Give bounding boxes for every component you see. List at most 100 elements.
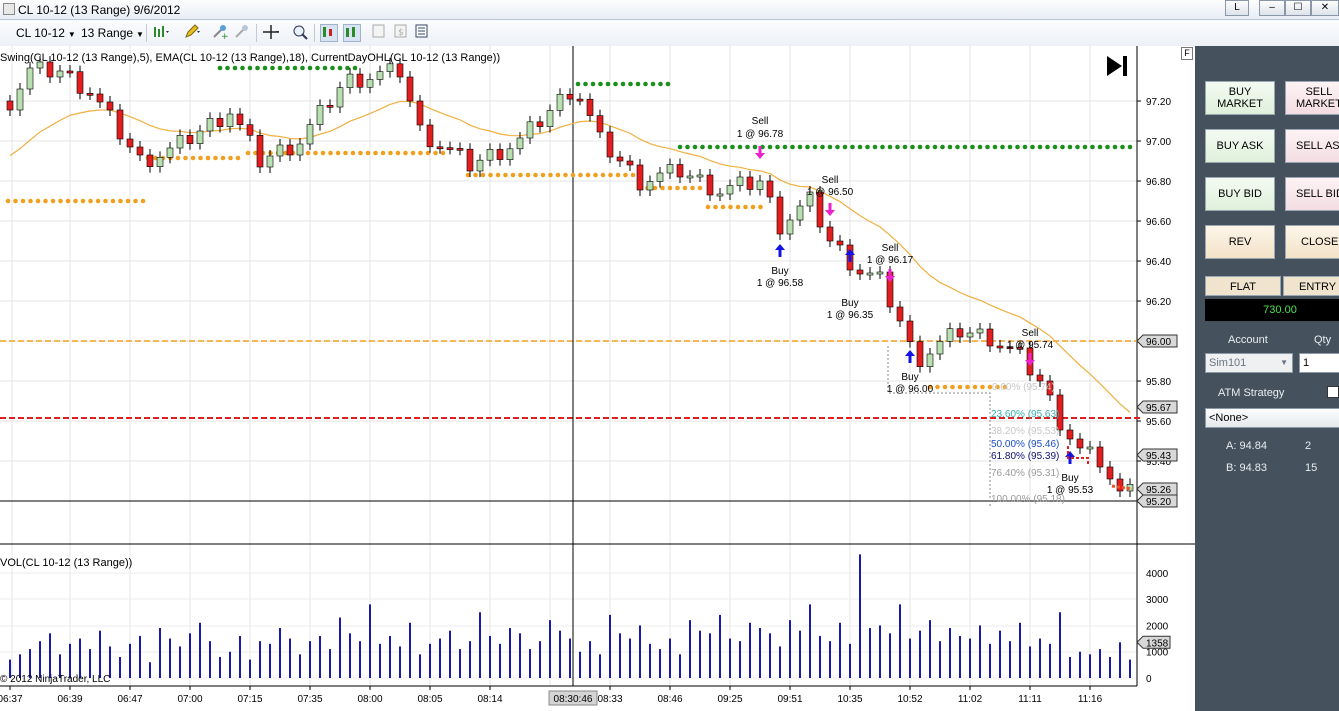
pencil-icon[interactable] [183,24,201,42]
candle-body [206,118,214,132]
trade-label: Buy [841,298,858,309]
swing-high-dot [752,144,758,150]
swing-low-dot [728,204,733,210]
candle-body [106,101,114,111]
swing-high-dot [315,65,320,71]
sell-bid-button[interactable]: SELL BID [1285,177,1339,211]
buy-bid-button[interactable]: BUY BID [1205,177,1275,211]
candle-body [486,149,494,161]
fullscreen-toggle[interactable]: F [1181,47,1193,60]
candle-body [296,143,304,156]
candle-body [286,144,294,156]
candle-body [116,109,124,140]
entry-price: ENTRY [1283,276,1339,296]
swing-high-dot [330,65,335,71]
add-indicator-icon[interactable]: + [211,24,229,42]
layout-button[interactable]: L [1225,0,1249,16]
price-tick-label: 96.60 [1146,217,1171,228]
swing-high-dot [880,144,885,150]
trade-label: Buy [1061,473,1078,484]
candle-body [6,100,14,111]
swing-low-dot [608,172,613,178]
swing-high-dot [917,144,923,150]
swing-low-dot [578,172,583,178]
sell-arrow-icon [1028,353,1032,361]
reverse-button[interactable]: REV [1205,225,1275,259]
order-entry-icon[interactable] [343,24,361,42]
swing-high-dot [650,81,656,87]
minimize-button[interactable]: – [1259,0,1285,16]
sell-arrow-icon [888,269,892,277]
swing-high-dot [715,144,720,150]
time-tick-label: 11:11 [1018,694,1042,705]
sell-arrow-icon [758,146,762,154]
swing-low-dot [570,172,576,178]
candle-body [916,341,924,367]
dollar-icon[interactable]: $ [392,24,410,42]
instrument-selector[interactable]: CL 10-12 ▼ [16,24,76,42]
swing-low-dot [358,150,363,156]
candle-body [96,93,104,103]
bar-type-icon[interactable] [152,24,170,42]
candle-body [56,70,64,78]
candle-body [776,196,784,235]
time-tick-label: 11:16 [1078,694,1103,705]
data-box-icon[interactable] [370,24,388,42]
swing-high-dot [1015,144,1020,150]
swing-high-dot [605,81,611,87]
swing-high-dot [277,65,283,71]
swing-low-dot [473,172,478,178]
price-tag-label: 95.43 [1146,451,1171,462]
bid-size: 15 [1305,462,1318,474]
candle-body [556,93,564,111]
swing-low-dot [600,172,606,178]
candle-body [136,146,144,156]
candle-body [996,345,1004,349]
candle-body [196,130,204,144]
volume-tick-label: 3000 [1146,595,1169,606]
swing-low-dot [235,155,241,161]
candle-body [476,159,484,172]
candle-body [586,98,594,116]
account-select[interactable]: Sim101 ▼ [1205,353,1293,373]
buy-arrow-icon [778,249,782,257]
candle-body [1096,446,1104,468]
indicator-tool-icon[interactable] [233,24,251,42]
atm-strategy-select[interactable]: <None> [1205,408,1339,428]
swing-high-dot [692,144,698,150]
close-window-button[interactable]: ✕ [1311,0,1339,16]
swing-low-dot [305,150,311,156]
swing-high-dot [842,144,848,150]
swing-high-dot [352,65,358,71]
price-chart[interactable]: Sell1 @ 96.78Buy1 @ 96.58Sell1 @ 96.50Bu… [0,46,1195,711]
swing-low-dot [65,198,71,204]
sell-ask-button[interactable]: SELL ASK [1285,129,1339,163]
profit-loss-display: 730.00 [1205,299,1339,321]
properties-icon[interactable] [413,24,431,42]
candle-body [856,269,864,275]
bid-label: B: 94.83 [1226,462,1267,474]
candle-body [536,121,544,127]
zoom-icon[interactable] [291,24,309,42]
swing-low-dot [667,185,673,191]
swing-low-dot [118,198,123,204]
atm-checkbox[interactable] [1327,386,1339,398]
buy-ask-button[interactable]: BUY ASK [1205,129,1275,163]
candle-body [796,205,804,221]
close-position-button[interactable]: CLOSE [1285,225,1339,259]
swing-low-dot [548,172,553,178]
swing-high-dot [1000,144,1005,150]
chart-trader-icon[interactable] [320,24,338,42]
quantity-input[interactable]: 1 [1299,353,1339,373]
maximize-button[interactable]: ☐ [1285,0,1311,16]
period-selector[interactable]: 13 Range ▼ [81,24,144,42]
sell-market-button[interactable]: SELL MARKET [1285,81,1339,115]
candle-body [986,328,994,347]
time-tick-label: 08:05 [417,694,442,705]
time-tick-label: 08:00 [357,694,382,705]
crosshair-icon[interactable] [262,24,280,42]
ask-size: 2 [1305,440,1312,452]
candle-body [436,146,444,150]
buy-market-button[interactable]: BUY MARKET [1205,81,1275,115]
swing-low-dot [35,198,41,204]
